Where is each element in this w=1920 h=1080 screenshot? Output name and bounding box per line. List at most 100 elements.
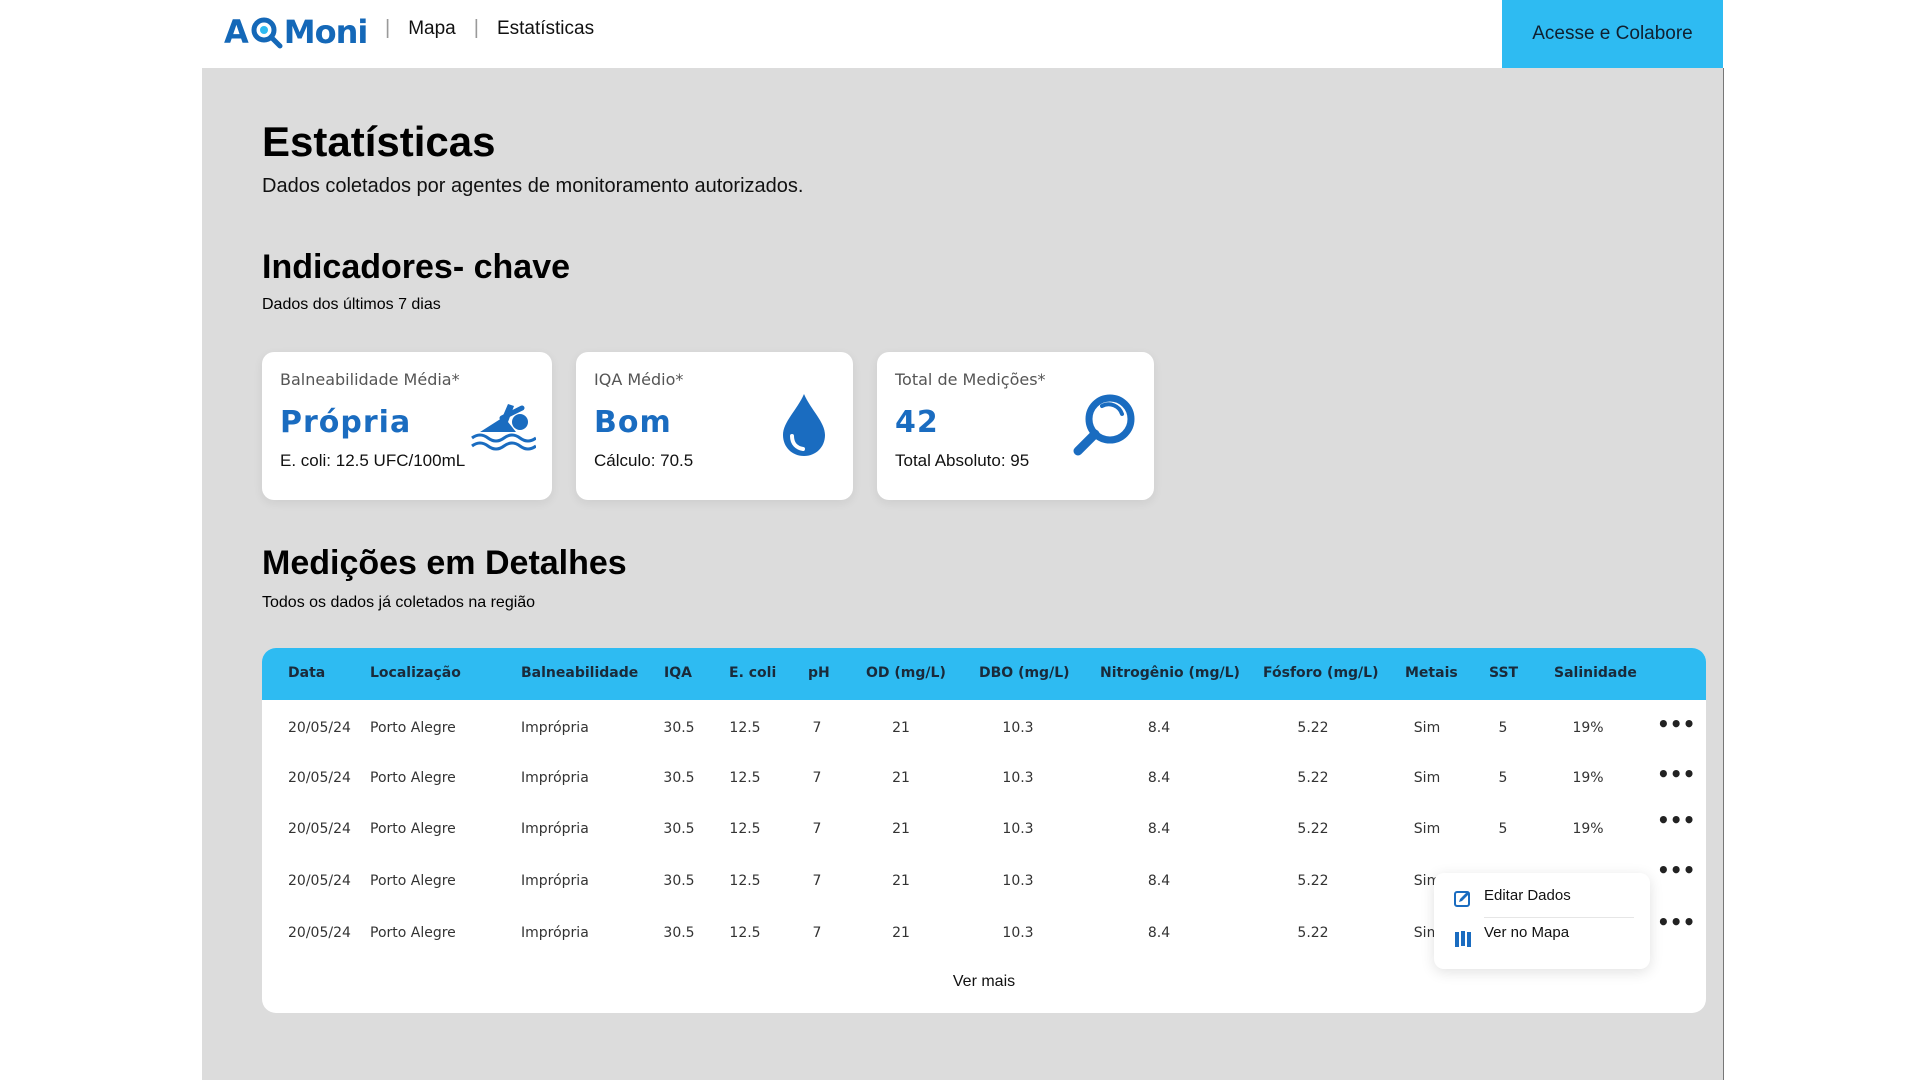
table-header: Data Localização Balneabilidade IQA E. c… [262, 648, 1706, 700]
cell-data: 20/05/24 [288, 925, 351, 941]
cell-e-coli: 12.5 [729, 821, 761, 837]
cell-nitrogenio: 8.4 [1147, 925, 1171, 941]
swimmer-icon [471, 404, 536, 451]
magnifier-icon [1073, 394, 1135, 456]
column-header-data[interactable]: Data [288, 665, 325, 681]
logo-text-a: A [224, 13, 249, 51]
column-header-nitrogenio[interactable]: Nitrogênio (mg/L) [1100, 665, 1240, 681]
cell-balneabilidade: Imprópria [521, 873, 589, 889]
cell-nitrogenio: 8.4 [1147, 873, 1171, 889]
cell-localizacao: Porto Alegre [370, 925, 456, 941]
cell-fosforo: 5.22 [1297, 720, 1329, 736]
details-section-subtitle: Todos os dados já coletados na região [262, 594, 536, 611]
kpi-card-label: Total de Medições* [895, 370, 1046, 389]
cell-nitrogenio: 8.4 [1147, 821, 1171, 837]
table-row: 20/05/24 Porto Alegre Imprópria 30.5 12.… [262, 760, 1706, 800]
cell-ph: 7 [812, 720, 822, 736]
map-icon [1455, 931, 1471, 947]
menu-item-label: Editar Dados [1484, 887, 1571, 904]
cell-balneabilidade: Imprópria [521, 770, 589, 786]
row-options-button[interactable]: ••• [1657, 762, 1695, 786]
nav-links: | Mapa | Estatísticas [367, 17, 594, 40]
menu-item-edit[interactable]: Editar Dados [1434, 877, 1650, 915]
menu-item-view-map[interactable]: Ver no Mapa [1434, 914, 1650, 952]
cell-e-coli: 12.5 [729, 720, 761, 736]
row-options-button[interactable]: ••• [1657, 712, 1695, 736]
cell-nitrogenio: 8.4 [1147, 770, 1171, 786]
cell-ph: 7 [812, 925, 822, 941]
cell-iqa: 30.5 [663, 720, 695, 736]
kpi-card-label: IQA Médio* [594, 370, 684, 389]
cell-iqa: 30.5 [663, 873, 695, 889]
logo[interactable]: A Moni [224, 12, 369, 52]
nav-link-mapa[interactable]: Mapa [408, 18, 456, 40]
cell-balneabilidade: Imprópria [521, 720, 589, 736]
access-collaborate-button[interactable]: Acesse e Colabore [1502, 0, 1723, 68]
page-subtitle: Dados coletados por agentes de monitoram… [262, 175, 804, 197]
cell-dbo: 10.3 [1002, 925, 1034, 941]
cell-localizacao: Porto Alegre [370, 770, 456, 786]
table-row: 20/05/24 Porto Alegre Imprópria 30.5 12.… [262, 808, 1706, 851]
row-options-button[interactable]: ••• [1657, 858, 1695, 882]
column-header-fosforo[interactable]: Fósforo (mg/L) [1263, 665, 1379, 681]
cell-localizacao: Porto Alegre [370, 821, 456, 837]
kpi-card-iqa: IQA Médio* Bom Cálculo: 70.5 [576, 352, 853, 500]
cell-fosforo: 5.22 [1297, 925, 1329, 941]
cell-fosforo: 5.22 [1297, 770, 1329, 786]
cell-salinidade: 19% [1572, 821, 1604, 837]
row-options-button[interactable]: ••• [1657, 910, 1695, 934]
column-header-balneabilidade[interactable]: Balneabilidade [521, 665, 638, 681]
cell-iqa: 30.5 [663, 770, 695, 786]
cell-e-coli: 12.5 [729, 770, 761, 786]
cell-localizacao: Porto Alegre [370, 873, 456, 889]
cell-od: 21 [892, 925, 910, 941]
cell-ph: 7 [812, 821, 822, 837]
cell-nitrogenio: 8.4 [1147, 720, 1171, 736]
see-more-link[interactable]: Ver mais [262, 973, 1706, 991]
cell-od: 21 [892, 770, 910, 786]
column-header-dbo[interactable]: DBO (mg/L) [979, 665, 1070, 681]
details-section-title: Medições em Detalhes [262, 544, 627, 582]
table-row: 20/05/24 Porto Alegre Imprópria 30.5 12.… [262, 710, 1706, 750]
kpi-card-note: Total Absoluto: 95 [895, 451, 1030, 470]
top-navbar: A Moni | Mapa | Estatísticas Acesse e Co… [202, 0, 1723, 68]
cell-dbo: 10.3 [1002, 720, 1034, 736]
cell-sst: 5 [1498, 821, 1508, 837]
column-header-metais[interactable]: Metais [1405, 665, 1458, 681]
cell-dbo: 10.3 [1002, 770, 1034, 786]
page-title: Estatísticas [262, 118, 496, 165]
cell-dbo: 10.3 [1002, 821, 1034, 837]
logo-text-moni: Moni [283, 13, 369, 51]
kpi-section-subtitle: Dados dos últimos 7 dias [262, 296, 441, 313]
cell-metais: Sim [1413, 720, 1441, 736]
cell-data: 20/05/24 [288, 873, 351, 889]
cell-fosforo: 5.22 [1297, 873, 1329, 889]
column-header-salinidade[interactable]: Salinidade [1554, 665, 1637, 681]
column-header-localizacao[interactable]: Localização [370, 665, 461, 681]
nav-separator: | [473, 17, 479, 39]
cell-metais: Sim [1413, 770, 1441, 786]
kpi-card-label: Balneabilidade Média* [280, 370, 460, 389]
cell-localizacao: Porto Alegre [370, 720, 456, 736]
column-header-od[interactable]: OD (mg/L) [866, 665, 946, 681]
kpi-section-title: Indicadores- chave [262, 248, 571, 286]
cell-e-coli: 12.5 [729, 873, 761, 889]
cell-balneabilidade: Imprópria [521, 925, 589, 941]
nav-separator: | [385, 17, 391, 39]
kpi-card-value: Bom [594, 405, 672, 440]
edit-icon [1454, 891, 1470, 907]
column-header-e-coli[interactable]: E. coli [729, 665, 776, 681]
cell-fosforo: 5.22 [1297, 821, 1329, 837]
row-options-button[interactable]: ••• [1657, 808, 1695, 832]
cell-ph: 7 [812, 770, 822, 786]
column-header-sst[interactable]: SST [1489, 665, 1518, 681]
cell-iqa: 30.5 [663, 925, 695, 941]
cell-e-coli: 12.5 [729, 925, 761, 941]
nav-link-estatisticas[interactable]: Estatísticas [497, 18, 594, 40]
cell-salinidade: 19% [1572, 720, 1604, 736]
logo-magnifier-icon [251, 17, 283, 49]
cell-data: 20/05/24 [288, 770, 351, 786]
column-header-ph[interactable]: pH [808, 665, 830, 681]
column-header-iqa[interactable]: IQA [664, 665, 692, 681]
cell-od: 21 [892, 873, 910, 889]
